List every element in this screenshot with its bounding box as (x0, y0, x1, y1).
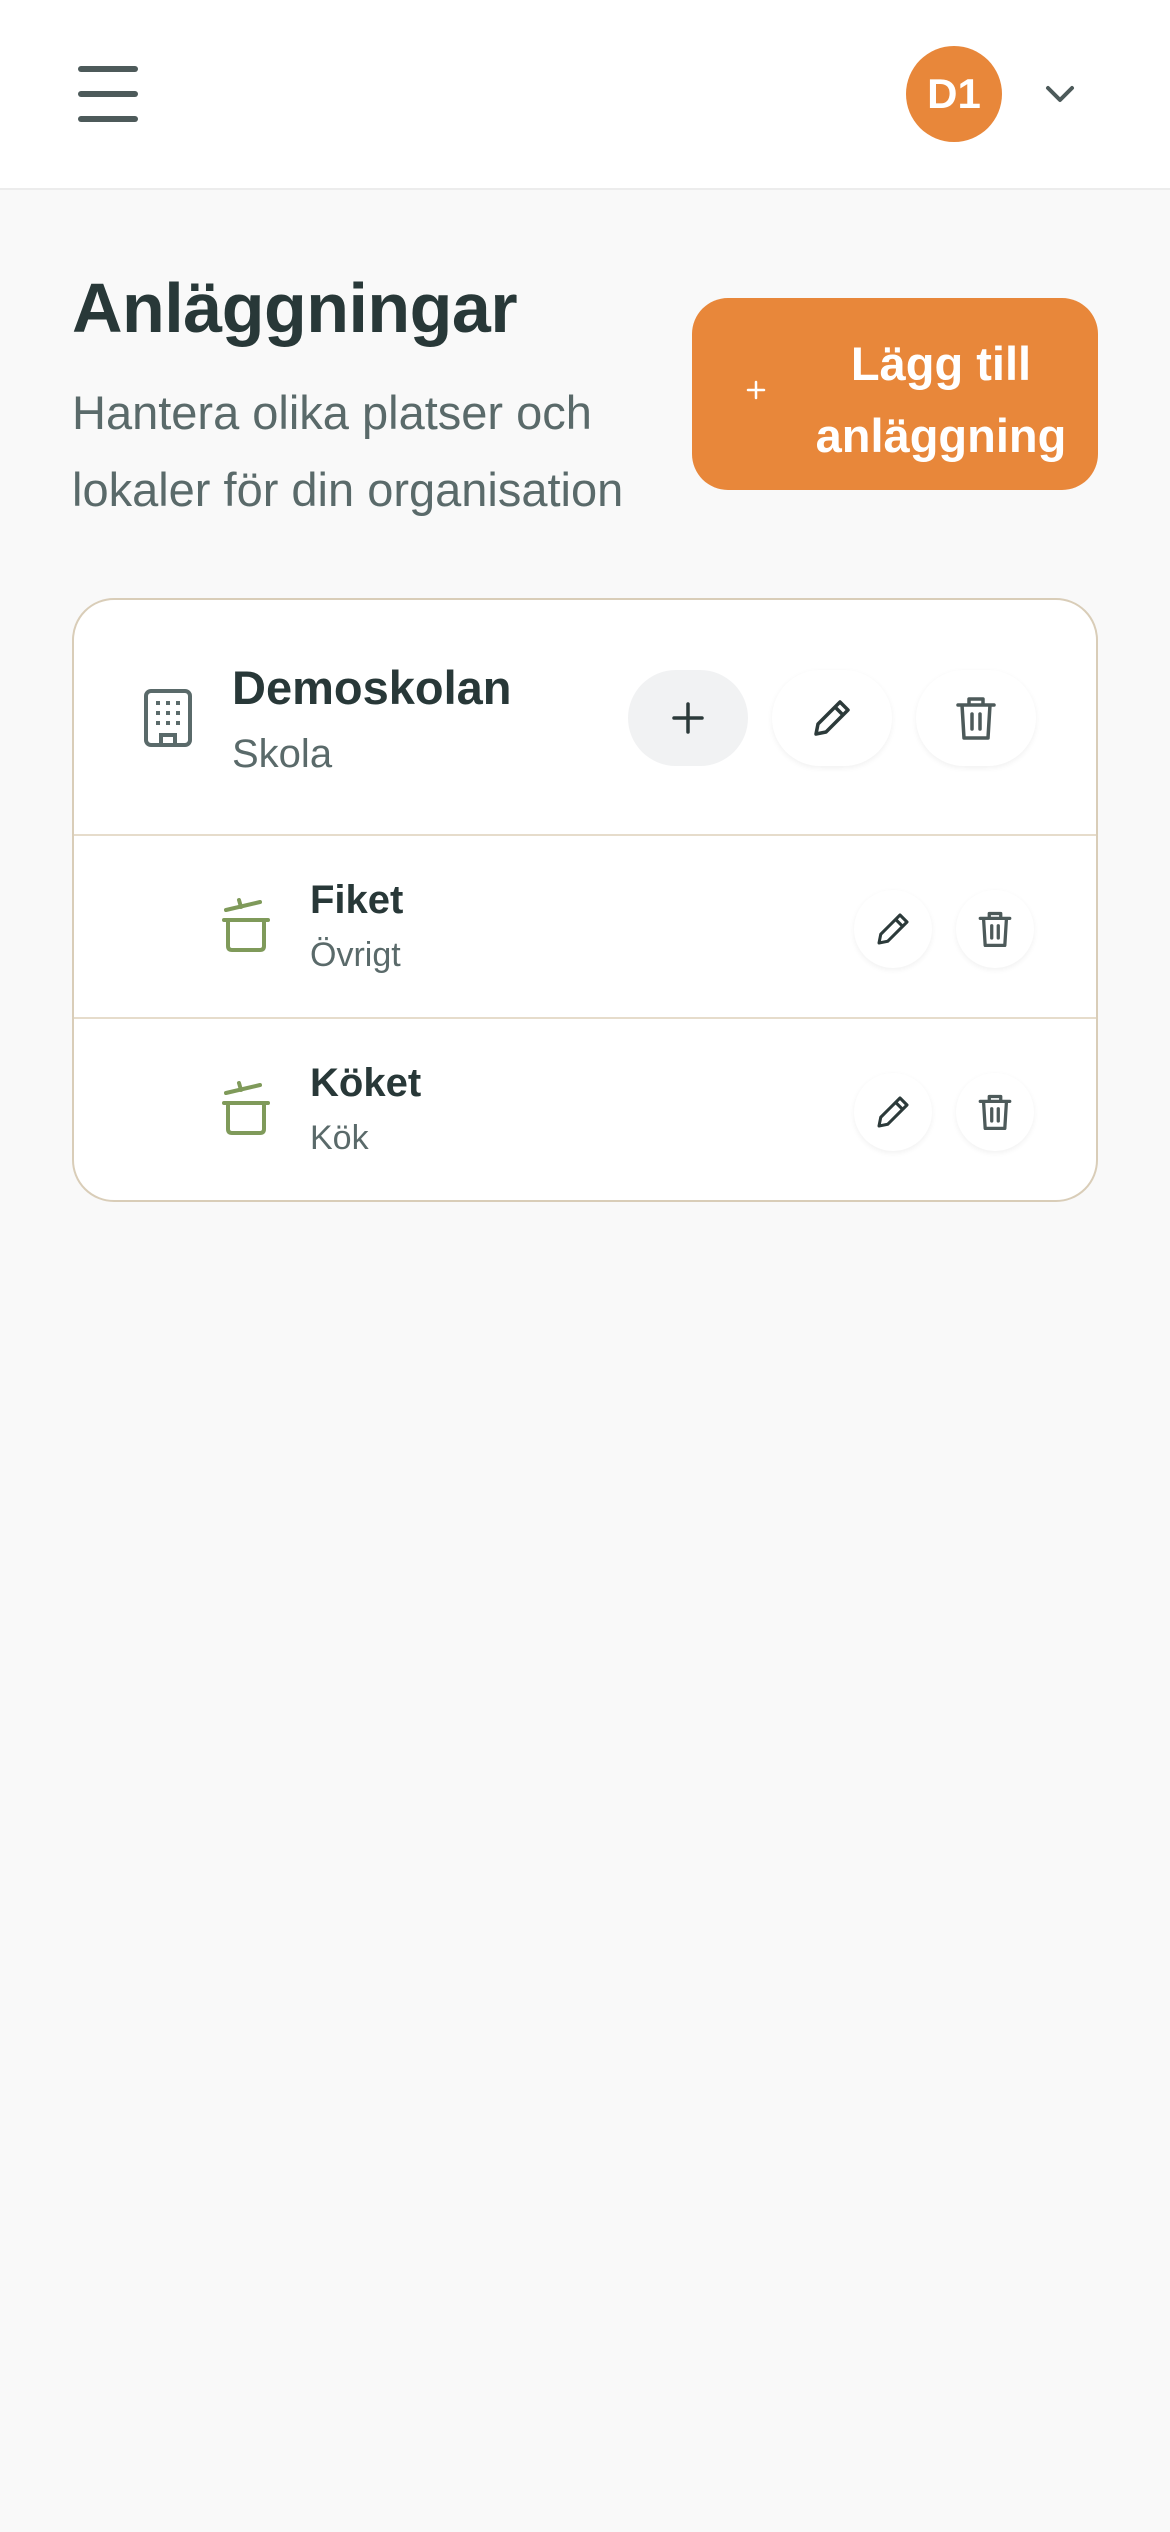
location-type: Övrigt (310, 936, 401, 974)
avatar-initials: D1 (927, 70, 981, 117)
add-facility-button[interactable]: Lägg till anläggning (692, 298, 1098, 490)
add-facility-label: Lägg till anläggning (815, 337, 1067, 462)
facility-card: Demoskolan Skola Fiket Övrigt Köket Kök (72, 598, 1098, 1202)
add-location-button[interactable] (628, 670, 748, 766)
plus-icon (746, 380, 766, 400)
delete-facility-button[interactable] (916, 670, 1036, 766)
location-row[interactable]: Fiket Övrigt (74, 836, 1096, 1019)
facility-name: Demoskolan (232, 661, 512, 714)
facility-type: Skola (232, 732, 333, 776)
location-type: Kök (310, 1119, 369, 1157)
location-name: Köket (310, 1061, 422, 1105)
plus-icon (672, 702, 704, 734)
chevron-down-icon[interactable] (1040, 74, 1080, 114)
user-avatar[interactable]: D1 (906, 46, 1002, 142)
building-icon (144, 689, 192, 747)
cooking-pot-icon (222, 898, 270, 952)
page-title: Anläggningar (72, 269, 518, 347)
location-name: Fiket (310, 878, 404, 922)
top-bar: D1 (0, 0, 1170, 190)
facility-row[interactable]: Demoskolan Skola (74, 600, 1096, 836)
pencil-icon (877, 913, 909, 945)
delete-location-button[interactable] (956, 1073, 1034, 1151)
trash-icon (978, 1094, 1012, 1130)
trash-icon (978, 911, 1012, 947)
trash-icon (956, 697, 996, 740)
location-row[interactable]: Köket Kök (74, 1019, 1096, 1200)
pencil-icon (877, 1096, 909, 1128)
pencil-icon (814, 700, 850, 736)
hamburger-menu-icon[interactable] (78, 66, 138, 122)
page-subtitle: Hantera olika platser och lokaler för di… (72, 386, 624, 516)
edit-location-button[interactable] (854, 890, 932, 968)
edit-facility-button[interactable] (772, 670, 892, 766)
cooking-pot-icon (222, 1081, 270, 1135)
edit-location-button[interactable] (854, 1073, 932, 1151)
delete-location-button[interactable] (956, 890, 1034, 968)
